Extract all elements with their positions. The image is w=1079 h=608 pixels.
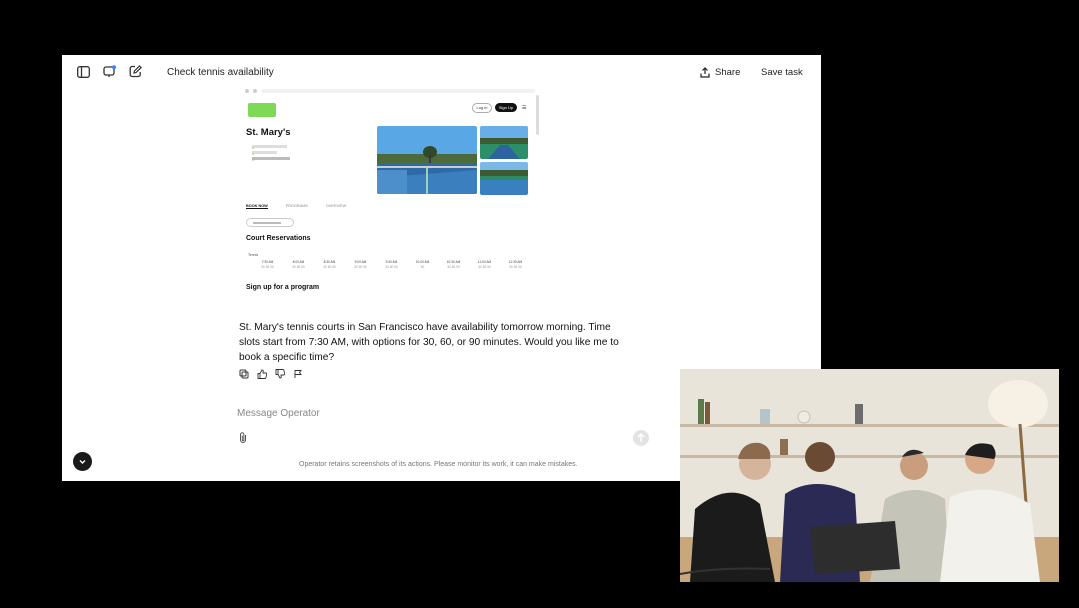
back-icon	[245, 89, 249, 93]
address-line	[252, 145, 287, 148]
thumbs-down-icon[interactable]	[275, 366, 286, 384]
copy-icon[interactable]	[239, 366, 249, 384]
time-slot-row: 7:30 AM 30 60 90 8:00 AM 30 60 90 8:30 AM 3…	[252, 260, 531, 270]
task-title: Check tennis availability	[167, 67, 274, 78]
share-label: Share	[715, 67, 741, 78]
slot-durations: 30 60 90	[261, 265, 274, 269]
slot-durations: 30	[420, 265, 425, 269]
menu-icon[interactable]: ☰	[522, 105, 526, 111]
directions-link	[252, 157, 290, 160]
assistant-message: St. Mary's tennis courts in San Francisc…	[239, 322, 619, 363]
slot-durations: 30 60 90	[354, 265, 367, 269]
new-task-icon[interactable]	[129, 65, 143, 79]
park-name: St. Mary's	[246, 127, 291, 138]
time-slot[interactable]: 10:30 AM 30 60 90	[438, 260, 469, 270]
message-actions	[239, 366, 303, 384]
hours-line	[252, 151, 277, 154]
disclaimer: Operator retains screenshots of its acti…	[299, 461, 578, 468]
page-scrollbar[interactable]	[536, 95, 539, 135]
tasks-icon[interactable]	[103, 65, 117, 79]
browser-screenshot: Log in Sign Up ☰ St. Mary's ● ● ● BOOK N…	[239, 85, 544, 300]
sidebar-toggle-icon[interactable]	[77, 65, 91, 79]
park-tabs: BOOK NOW PROGRAMS OVERVIEW	[246, 204, 346, 209]
arrow-up-icon	[637, 432, 645, 442]
slot-durations: 30 60 90	[292, 265, 305, 269]
save-task-button[interactable]: Save task	[761, 67, 803, 78]
time-slot[interactable]: 9:00 AM 30 60 90	[345, 260, 376, 270]
time-slot[interactable]: 8:00 AM 30 60 90	[283, 260, 314, 270]
slot-durations: 30 60 90	[509, 265, 522, 269]
url-field	[261, 89, 535, 93]
time-slot[interactable]: 11:00 AM 30 60 90	[469, 260, 500, 270]
time-slot[interactable]: 8:30 AM 30 60 90	[314, 260, 345, 270]
report-icon[interactable]	[293, 366, 303, 384]
slot-durations: 30 60 90	[447, 265, 460, 269]
time-slot[interactable]: 10:00 AM 30	[407, 260, 438, 270]
time-slot[interactable]: 7:30 AM 30 60 90	[252, 260, 283, 270]
tab-book-now[interactable]: BOOK NOW	[246, 204, 268, 209]
signup-button[interactable]: Sign Up	[495, 103, 517, 112]
presenter-video	[680, 369, 1059, 582]
attach-icon[interactable]	[238, 431, 248, 449]
thumbs-up-icon[interactable]	[257, 366, 268, 384]
scroll-down-button[interactable]	[73, 452, 92, 471]
time-slot[interactable]: 11:30 AM 30 60 90	[500, 260, 531, 270]
login-button[interactable]: Log in	[472, 103, 492, 113]
share-button[interactable]: Share	[700, 67, 740, 78]
tennis-label: Tennis	[248, 253, 259, 257]
date-selector[interactable]	[246, 218, 294, 227]
message-input[interactable]: Message Operator	[237, 408, 320, 419]
send-button[interactable]	[633, 430, 649, 446]
time-slot[interactable]: 9:30 AM 30 60 90	[376, 260, 407, 270]
slot-durations: 30 60 90	[385, 265, 398, 269]
date-value	[253, 222, 281, 225]
court-photo-main	[377, 126, 477, 194]
court-reservations-heading: Court Reservations	[246, 235, 311, 242]
refresh-icon	[253, 89, 257, 93]
tab-overview[interactable]: OVERVIEW	[326, 204, 346, 209]
tab-programs[interactable]: PROGRAMS	[286, 204, 308, 209]
site-logo	[248, 103, 276, 117]
park-info	[246, 144, 290, 160]
program-heading: Sign up for a program	[246, 284, 320, 291]
address-bar	[245, 87, 535, 95]
court-photo-top	[480, 126, 528, 159]
share-icon	[700, 67, 710, 78]
slot-durations: 30 60 90	[478, 265, 491, 269]
court-photo-bottom	[480, 162, 528, 195]
chevron-down-icon	[79, 460, 86, 464]
slot-durations: 30 60 90	[323, 265, 336, 269]
